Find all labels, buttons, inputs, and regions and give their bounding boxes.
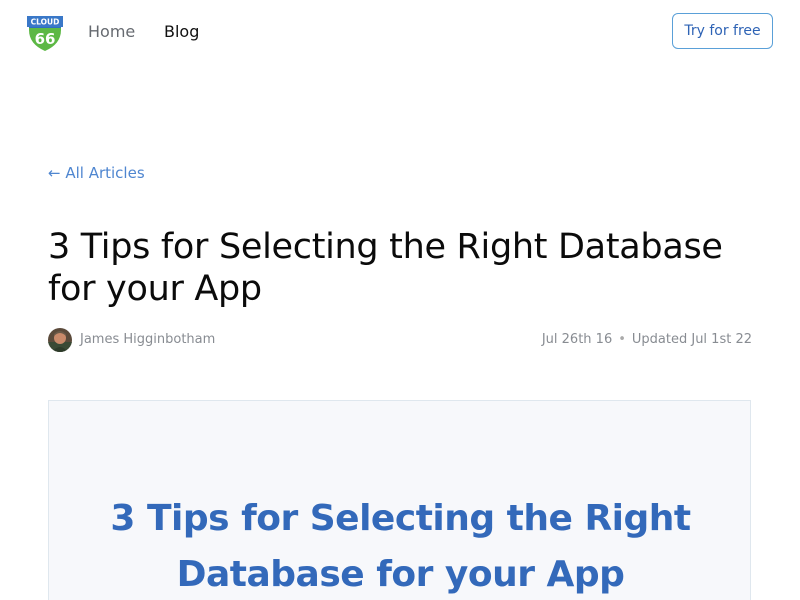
author-avatar-image — [48, 328, 72, 352]
blog-article-page: CLOUD 66 Home Blog Try for free ← All Ar… — [0, 0, 800, 600]
updated-date: Updated Jul 1st 22 — [631, 332, 752, 347]
top-nav: CLOUD 66 Home Blog Try for free — [0, 0, 800, 64]
author-name[interactable]: James Higginbotham — [80, 331, 215, 349]
svg-text:CLOUD: CLOUD — [31, 18, 60, 27]
article-dates: Jul 26th 16 • Updated Jul 1st 22 — [542, 331, 752, 349]
article-title: 3 Tips for Selecting the Right Database … — [48, 227, 723, 309]
author-avatar — [48, 328, 72, 352]
all-articles-link[interactable]: ← All Articles — [48, 163, 145, 183]
try-for-free-button[interactable]: Try for free — [672, 13, 773, 49]
article-hero-image: 3 Tips for Selecting the Right Database … — [48, 400, 751, 600]
cloud66-logo[interactable]: CLOUD 66 — [25, 12, 65, 52]
nav-home-link[interactable]: Home — [88, 22, 135, 42]
hero-headline: 3 Tips for Selecting the Right Database … — [49, 491, 750, 600]
nav-blog-link[interactable]: Blog — [164, 22, 199, 42]
hero-headline-line-1: 3 Tips for Selecting the Right — [110, 498, 691, 539]
hero-headline-line-2: Database for your App — [176, 554, 625, 595]
published-date: Jul 26th 16 — [541, 332, 613, 347]
svg-text:66: 66 — [35, 30, 56, 48]
date-separator: • — [618, 332, 626, 347]
cloud66-logo-icon: CLOUD 66 — [27, 16, 63, 51]
